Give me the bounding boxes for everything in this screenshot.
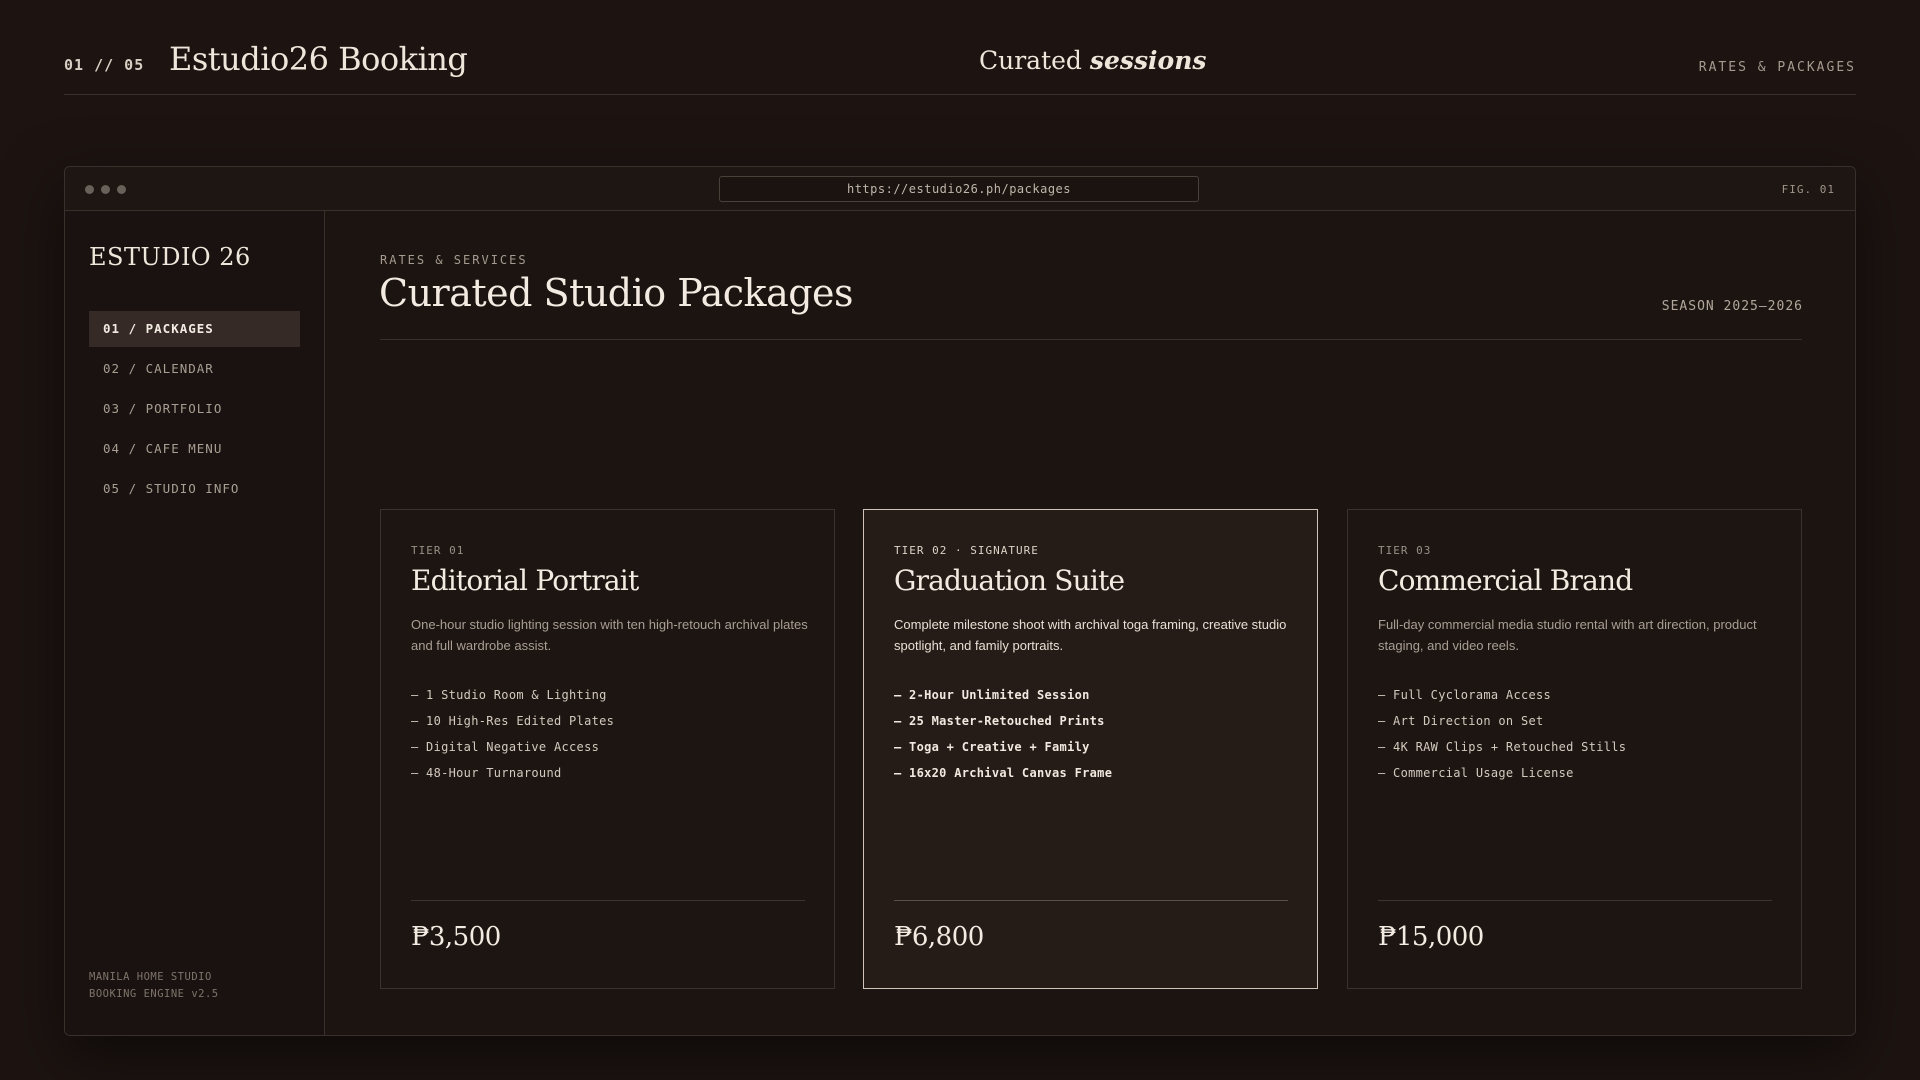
- feature-item: — Toga + Creative + Family: [894, 740, 1090, 754]
- package-tier: TIER 02 · SIGNATURE: [894, 544, 1039, 557]
- browser-chrome: https://estudio26.ph/packages FIG. 01: [65, 167, 1855, 211]
- sidebar-footer: MANILA HOME STUDIO BOOKING ENGINE v2.5: [89, 969, 219, 1003]
- feature-item: — Digital Negative Access: [411, 740, 600, 754]
- sidebar-nav: 01 / PACKAGES 02 / CALENDAR 03 / PORTFOL…: [89, 311, 300, 511]
- price-divider: [1378, 900, 1772, 901]
- package-features: — 1 Studio Room & Lighting — 10 High-Res…: [411, 682, 614, 786]
- package-features: — 2-Hour Unlimited Session — 25 Master-R…: [894, 682, 1112, 786]
- price-divider: [411, 900, 805, 901]
- feature-item: — 48-Hour Turnaround: [411, 766, 562, 780]
- package-description: Complete milestone shoot with archival t…: [894, 617, 1287, 653]
- feature-item: — 4K RAW Clips + Retouched Stills: [1378, 740, 1627, 754]
- package-name: Editorial Portrait: [411, 564, 639, 597]
- window-dot-icon[interactable]: [85, 185, 94, 194]
- package-card-editorial-portrait[interactable]: TIER 01 Editorial Portrait One-hour stud…: [380, 509, 835, 989]
- window-controls: [85, 185, 126, 194]
- package-name: Graduation Suite: [894, 564, 1125, 597]
- feature-item: — 10 High-Res Edited Plates: [411, 714, 615, 728]
- package-description: Full-day commercial media studio rental …: [1378, 617, 1757, 653]
- package-card-commercial-brand[interactable]: TIER 03 Commercial Brand Full-day commer…: [1347, 509, 1802, 989]
- package-tier: TIER 01: [411, 544, 465, 557]
- price-divider: [894, 900, 1288, 901]
- slide-title-plain: Curated: [979, 46, 1082, 75]
- package-price: ₱15,000: [1378, 922, 1484, 952]
- sidebar-footer-version: BOOKING ENGINE v2.5: [89, 988, 219, 1000]
- package-tier: TIER 03: [1378, 544, 1432, 557]
- feature-item: — 25 Master-Retouched Prints: [894, 714, 1105, 728]
- package-cards: TIER 01 Editorial Portrait One-hour stud…: [380, 509, 1802, 989]
- slide-title-emphasis: sessions: [1089, 46, 1207, 75]
- feature-item: — Art Direction on Set: [1378, 714, 1544, 728]
- address-bar[interactable]: https://estudio26.ph/packages: [719, 176, 1199, 202]
- sidebar-item-portfolio[interactable]: 03 / PORTFOLIO: [89, 391, 300, 427]
- package-description: One-hour studio lighting session with te…: [411, 617, 808, 653]
- browser-window: https://estudio26.ph/packages FIG. 01 ES…: [64, 166, 1856, 1036]
- brand-title: Estudio26 Booking: [169, 40, 468, 78]
- figure-label: FIG. 01: [1781, 183, 1835, 196]
- package-name: Commercial Brand: [1378, 564, 1633, 597]
- sidebar-logo[interactable]: ESTUDIO 26: [89, 243, 251, 271]
- window-dot-icon[interactable]: [117, 185, 126, 194]
- feature-item: — 2-Hour Unlimited Session: [894, 688, 1090, 702]
- package-price: ₱6,800: [894, 922, 984, 952]
- sidebar-item-cafe-menu[interactable]: 04 / CAFE MENU: [89, 431, 300, 467]
- sidebar: ESTUDIO 26 01 / PACKAGES 02 / CALENDAR 0…: [65, 211, 325, 1035]
- page-eyebrow: RATES & SERVICES: [380, 253, 528, 267]
- main-content: RATES & SERVICES Curated Studio Packages…: [325, 211, 1855, 1035]
- feature-item: — Commercial Usage License: [1378, 766, 1574, 780]
- feature-item: — Full Cyclorama Access: [1378, 688, 1552, 702]
- title-divider: [380, 339, 1802, 340]
- feature-item: — 16x20 Archival Canvas Frame: [894, 766, 1113, 780]
- slide-counter: 01 // 05: [64, 56, 145, 74]
- sidebar-item-studio-info[interactable]: 05 / STUDIO INFO: [89, 471, 300, 507]
- sidebar-item-packages[interactable]: 01 / PACKAGES: [89, 311, 300, 347]
- feature-item: — 1 Studio Room & Lighting: [411, 688, 607, 702]
- season-label: SEASON 2025–2026: [1661, 299, 1803, 314]
- page-title: Curated Studio Packages: [379, 271, 854, 315]
- window-dot-icon[interactable]: [101, 185, 110, 194]
- top-header: 01 // 05 Estudio26 Booking Curated sessi…: [64, 36, 1856, 95]
- package-features: — Full Cyclorama Access — Art Direction …: [1378, 682, 1626, 786]
- sidebar-footer-line: MANILA HOME STUDIO: [89, 971, 212, 983]
- package-price: ₱3,500: [411, 922, 501, 952]
- sidebar-item-calendar[interactable]: 02 / CALENDAR: [89, 351, 300, 387]
- package-card-graduation-suite[interactable]: TIER 02 · SIGNATURE Graduation Suite Com…: [863, 509, 1318, 989]
- slide-title: Curated sessions: [979, 46, 1206, 75]
- section-label: RATES & PACKAGES: [1698, 60, 1856, 75]
